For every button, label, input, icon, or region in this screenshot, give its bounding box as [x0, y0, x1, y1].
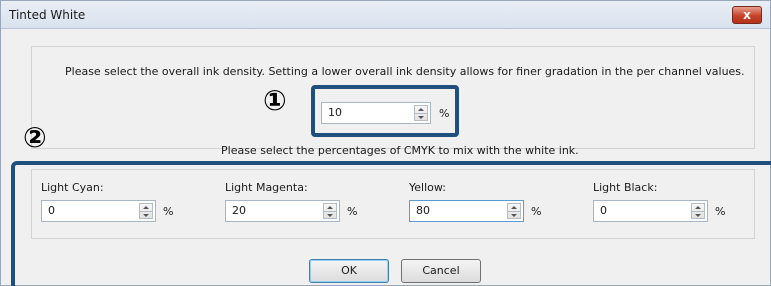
- tinted-white-dialog: Tinted White x Please select the overall…: [0, 0, 771, 286]
- cancel-button[interactable]: Cancel: [401, 259, 481, 283]
- ok-button[interactable]: OK: [309, 259, 389, 283]
- callout-marker-1: ①: [263, 84, 287, 117]
- density-instruction: Please select the overall ink density. S…: [65, 65, 745, 78]
- density-highlight-frame: [311, 85, 459, 137]
- callout-marker-2: ②: [23, 121, 47, 154]
- close-button[interactable]: x: [732, 6, 762, 24]
- dialog-title: Tinted White: [9, 8, 86, 22]
- mix-highlight-frame: [11, 161, 771, 286]
- title-bar[interactable]: Tinted White x: [1, 1, 770, 29]
- close-icon: x: [743, 8, 751, 22]
- mix-instruction: Please select the percentages of CMYK to…: [221, 144, 579, 157]
